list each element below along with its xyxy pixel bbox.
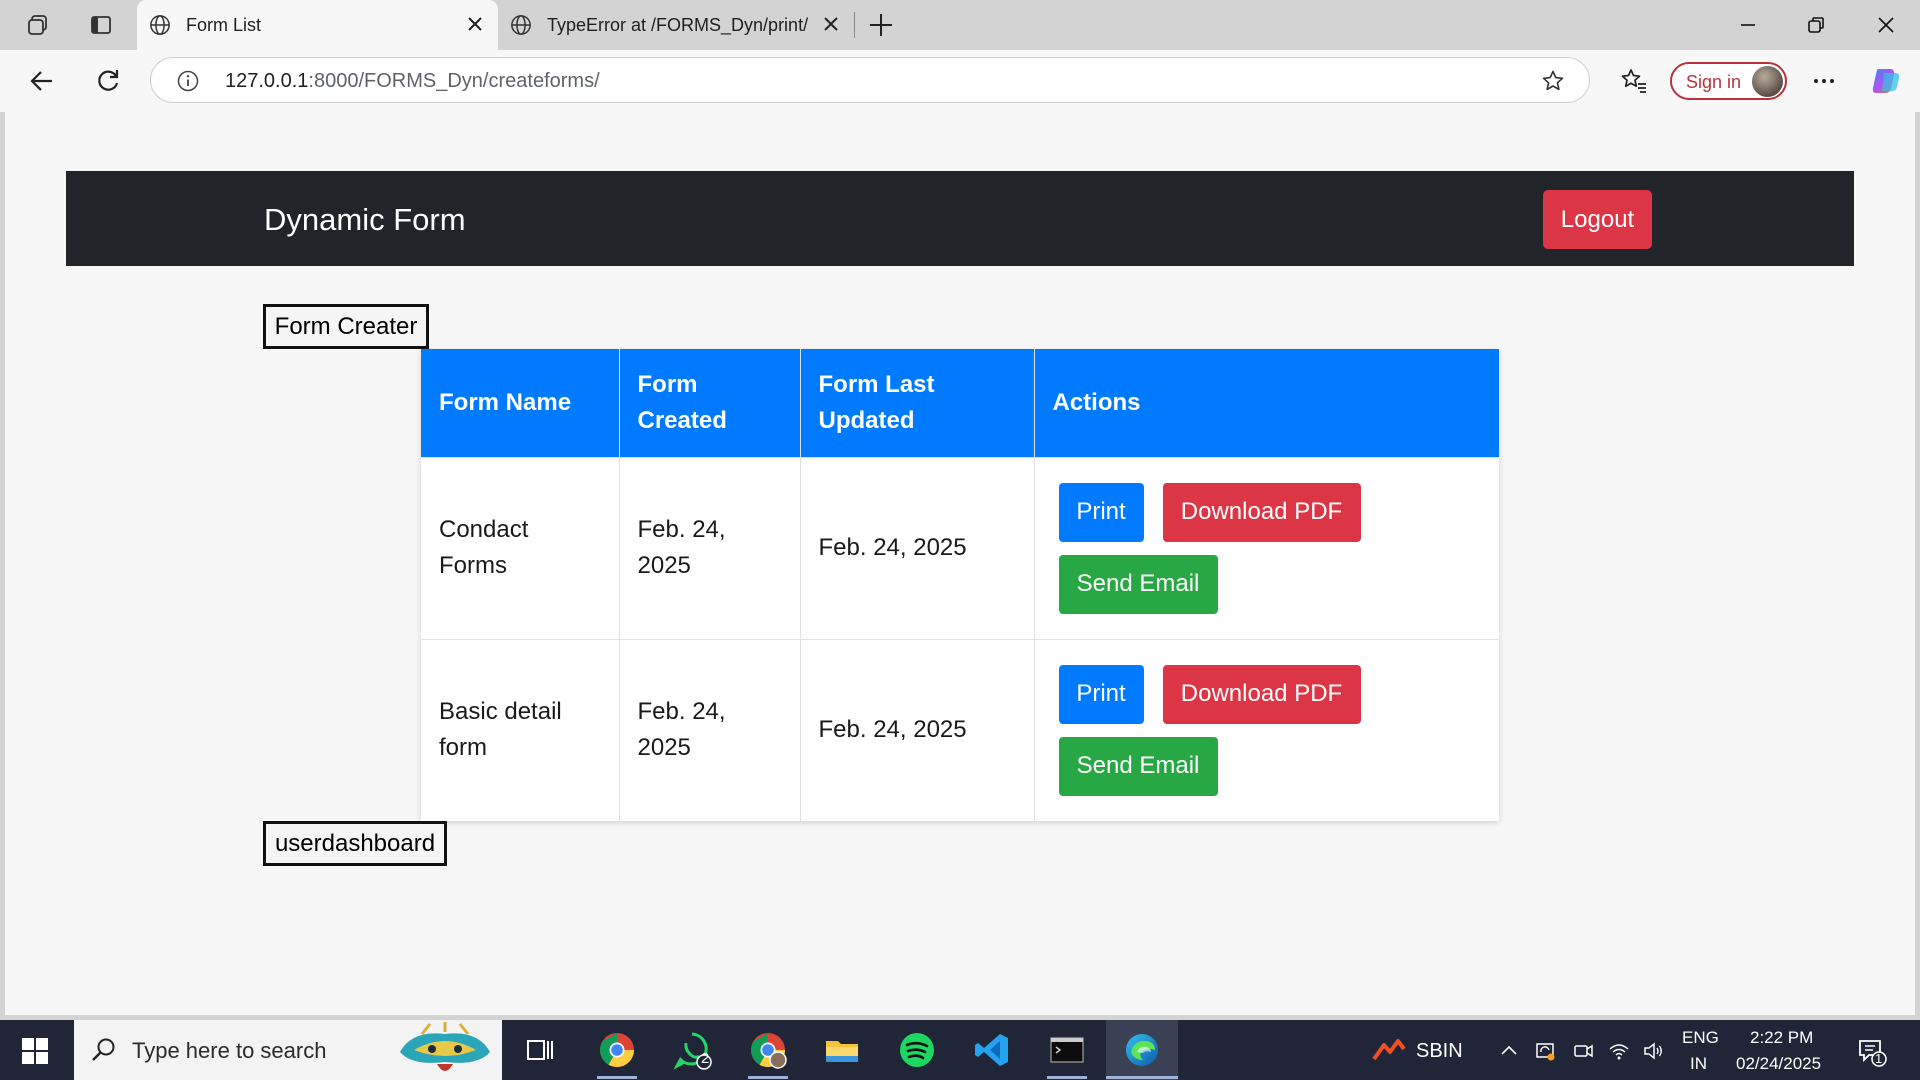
forms-table: Form Name Form Created Form Last Updated…	[421, 349, 1499, 821]
edge-icon[interactable]	[1122, 1030, 1162, 1070]
app-running-indicator	[748, 1076, 788, 1079]
form-name-cell: Basic detail form	[421, 638, 620, 821]
search-icon	[92, 1038, 115, 1061]
vscode-icon[interactable]	[972, 1030, 1012, 1070]
print-button[interactable]: Print	[1058, 664, 1144, 724]
browser-toolbar: 127.0.0.1:8000/FORMS_Dyn/createforms/ Si…	[0, 50, 1920, 112]
profile-avatar	[1752, 66, 1783, 97]
more-options-icon[interactable]	[1810, 67, 1838, 95]
tab-actions-icon[interactable]	[89, 13, 113, 37]
table-row: Condact Forms Feb. 24, 2025 Feb. 24, 202…	[421, 456, 1499, 639]
refresh-icon[interactable]	[94, 67, 122, 95]
notifications-icon[interactable]	[1856, 1036, 1888, 1068]
favorite-star-icon[interactable]	[1541, 69, 1565, 93]
app-running-indicator	[1106, 1076, 1178, 1079]
form-created-cell: Feb. 24, 2025	[619, 638, 801, 821]
windows-taskbar: Type here to search 2 SBIN ENG IN 2:22 P…	[0, 1020, 1920, 1080]
language-indicator-top[interactable]: ENG	[1682, 1028, 1719, 1048]
send-email-button[interactable]: Send Email	[1058, 554, 1218, 614]
browser-tab-strip: Form List TypeError at /FORMS_Dyn/print/	[0, 0, 1920, 50]
userdashboard-button[interactable]: userdashboard	[263, 821, 447, 866]
task-view-icon[interactable]	[520, 1030, 560, 1070]
download-pdf-button[interactable]: Download PDF	[1162, 482, 1361, 542]
col-actions: Actions	[1034, 349, 1499, 457]
windows-start-icon[interactable]	[22, 1038, 48, 1064]
url-text[interactable]: 127.0.0.1:8000/FORMS_Dyn/createforms/	[225, 70, 600, 93]
form-created-cell: Feb. 24, 2025	[619, 456, 801, 639]
sign-in-label: Sign in	[1686, 72, 1742, 92]
print-button[interactable]: Print	[1058, 482, 1144, 542]
tab-separator	[854, 12, 855, 38]
col-form-last-updated: Form Last Updated	[800, 349, 1035, 457]
close-window-icon[interactable]	[1876, 15, 1896, 35]
copilot-icon[interactable]	[1870, 65, 1902, 97]
spotify-icon[interactable]	[897, 1030, 937, 1070]
close-tab-icon[interactable]	[822, 15, 840, 33]
taskbar-search-box[interactable]: Type here to search	[74, 1020, 502, 1080]
language-indicator-bottom[interactable]: IN	[1690, 1054, 1707, 1074]
tab-typeerror[interactable]: TypeError at /FORMS_Dyn/print/	[498, 0, 854, 50]
col-form-created: Form Created	[619, 349, 801, 457]
download-pdf-button[interactable]: Download PDF	[1162, 664, 1361, 724]
navbar-brand[interactable]: Dynamic Form	[264, 202, 466, 238]
url-host: 127.0.0.1	[225, 70, 309, 92]
clock-date[interactable]: 02/24/2025	[1736, 1054, 1821, 1074]
app-running-indicator	[1047, 1076, 1087, 1079]
globe-icon	[511, 15, 531, 35]
sync-icon[interactable]	[1534, 1040, 1556, 1062]
minimize-icon[interactable]	[1738, 15, 1758, 35]
tab-title: Form List	[186, 15, 262, 35]
site-info-icon[interactable]	[177, 70, 199, 92]
tab-form-list[interactable]: Form List	[137, 0, 498, 50]
chrome-profile-icon[interactable]	[748, 1030, 788, 1070]
show-hidden-icons-icon[interactable]	[1498, 1040, 1520, 1062]
address-bar[interactable]: 127.0.0.1:8000/FORMS_Dyn/createforms/	[150, 57, 1590, 103]
tab-title: TypeError at /FORMS_Dyn/print/	[547, 15, 809, 35]
wifi-icon[interactable]	[1608, 1040, 1630, 1062]
col-form-name: Form Name	[421, 349, 620, 457]
chrome-icon[interactable]	[597, 1030, 637, 1070]
new-tab-icon[interactable]	[868, 12, 894, 38]
send-email-button[interactable]: Send Email	[1058, 736, 1218, 796]
search-highlight-mask-icon	[400, 1022, 490, 1071]
meet-now-icon[interactable]	[1572, 1040, 1594, 1062]
form-name-cell: Condact Forms	[421, 456, 620, 639]
back-icon[interactable]	[28, 67, 56, 95]
form-creater-button[interactable]: Form Creater	[263, 304, 429, 349]
restore-icon[interactable]	[1806, 15, 1826, 35]
favorites-icon[interactable]	[1620, 67, 1648, 95]
url-path: :8000/FORMS_Dyn/createforms/	[308, 70, 600, 92]
globe-icon	[150, 15, 170, 35]
workspaces-icon[interactable]	[26, 13, 50, 37]
form-updated-cell: Feb. 24, 2025	[800, 638, 1035, 821]
terminal-icon[interactable]	[1047, 1030, 1087, 1070]
actions-cell: Print Download PDF Send Email	[1034, 638, 1499, 821]
table-header-row: Form Name Form Created Form Last Updated…	[421, 349, 1499, 457]
app-running-indicator	[597, 1076, 637, 1079]
file-explorer-icon[interactable]	[822, 1030, 862, 1070]
logout-button[interactable]: Logout	[1543, 190, 1652, 249]
sign-in-button[interactable]: Sign in	[1670, 62, 1787, 100]
search-placeholder: Type here to search	[132, 1038, 327, 1063]
table-row: Basic detail form Feb. 24, 2025 Feb. 24,…	[421, 638, 1499, 821]
actions-cell: Print Download PDF Send Email	[1034, 456, 1499, 639]
stock-ticker[interactable]: SBIN	[1416, 1040, 1463, 1063]
whatsapp-badge: 2	[701, 1050, 710, 1067]
form-updated-cell: Feb. 24, 2025	[800, 456, 1035, 639]
close-tab-icon[interactable]	[466, 15, 484, 33]
site-navbar: Dynamic Form Logout	[66, 171, 1854, 266]
clock-time[interactable]: 2:22 PM	[1750, 1028, 1813, 1048]
stock-trend-icon[interactable]	[1372, 1037, 1406, 1063]
notification-count: 1	[1875, 1051, 1883, 1066]
page-viewport: Dynamic Form Logout Form Creater Form Na…	[5, 112, 1915, 1015]
volume-icon[interactable]	[1642, 1040, 1664, 1062]
